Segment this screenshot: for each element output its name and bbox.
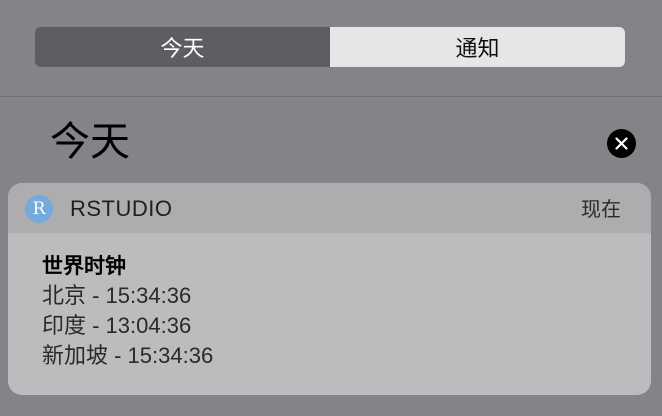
clear-notifications-button[interactable] bbox=[607, 129, 636, 158]
notification-card[interactable]: R RSTUDIO 现在 世界时钟 北京 - 15:34:36 印度 - 13:… bbox=[8, 183, 651, 395]
tab-notifications[interactable]: 通知 bbox=[330, 27, 625, 67]
section-title: 今天 bbox=[50, 119, 130, 165]
rstudio-app-icon: R bbox=[25, 195, 53, 223]
app-icon-letter: R bbox=[32, 199, 46, 219]
app-name: RSTUDIO bbox=[70, 196, 173, 221]
notification-body: 世界时钟 北京 - 15:34:36 印度 - 13:04:36 新加坡 - 1… bbox=[42, 251, 213, 371]
tab-today[interactable]: 今天 bbox=[35, 27, 330, 67]
header-divider bbox=[0, 96, 662, 97]
view-switcher: 今天 通知 bbox=[35, 27, 625, 67]
notification-line: 印度 - 13:04:36 bbox=[42, 313, 192, 338]
close-icon bbox=[615, 137, 628, 150]
notification-line: 新加坡 - 15:34:36 bbox=[42, 343, 214, 368]
notification-line: 北京 - 15:34:36 bbox=[42, 283, 192, 308]
notification-title: 世界时钟 bbox=[42, 254, 126, 278]
notification-time: 现在 bbox=[581, 197, 621, 221]
notification-header: R RSTUDIO 现在 bbox=[8, 183, 651, 233]
